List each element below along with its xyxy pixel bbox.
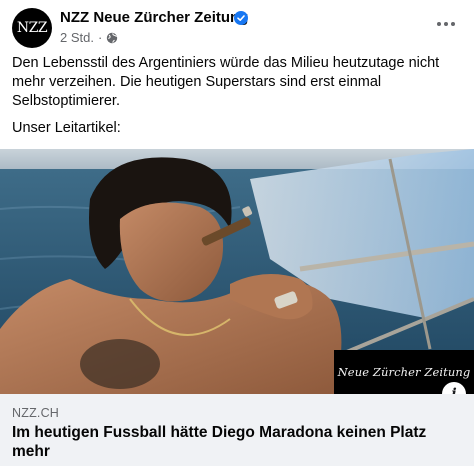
page-name-link[interactable]: NZZ Neue Zürcher Zeitung	[60, 9, 248, 26]
post-meta: 2 Std. ·	[60, 30, 118, 45]
post-paragraph: Den Lebensstil des Argentiniers würde da…	[12, 55, 440, 109]
timestamp[interactable]: 2 Std.	[60, 30, 94, 45]
post-image[interactable]: Neue Zürcher Zeitung i	[0, 149, 474, 394]
link-domain: NZZ.CH	[12, 406, 60, 420]
verified-badge-icon	[234, 11, 248, 25]
globe-icon	[106, 32, 118, 44]
meta-separator: ·	[97, 30, 103, 45]
avatar-text: NZZ	[16, 20, 48, 36]
link-headline[interactable]: Im heutigen Fussball hätte Diego Maradon…	[12, 423, 452, 461]
post-paragraph: Unser Leitartikel:	[12, 120, 121, 136]
more-options-icon[interactable]	[434, 14, 458, 34]
link-preview[interactable]: NZZ.CH Im heutigen Fussball hätte Diego …	[0, 394, 474, 466]
post-header: NZZ NZZ Neue Zürcher Zeitung 2 Std. ·	[0, 0, 474, 52]
facebook-post: NZZ NZZ Neue Zürcher Zeitung 2 Std. · De…	[0, 0, 474, 466]
post-text: Den Lebensstil des Argentiniers würde da…	[12, 54, 462, 138]
avatar[interactable]: NZZ	[12, 8, 52, 48]
